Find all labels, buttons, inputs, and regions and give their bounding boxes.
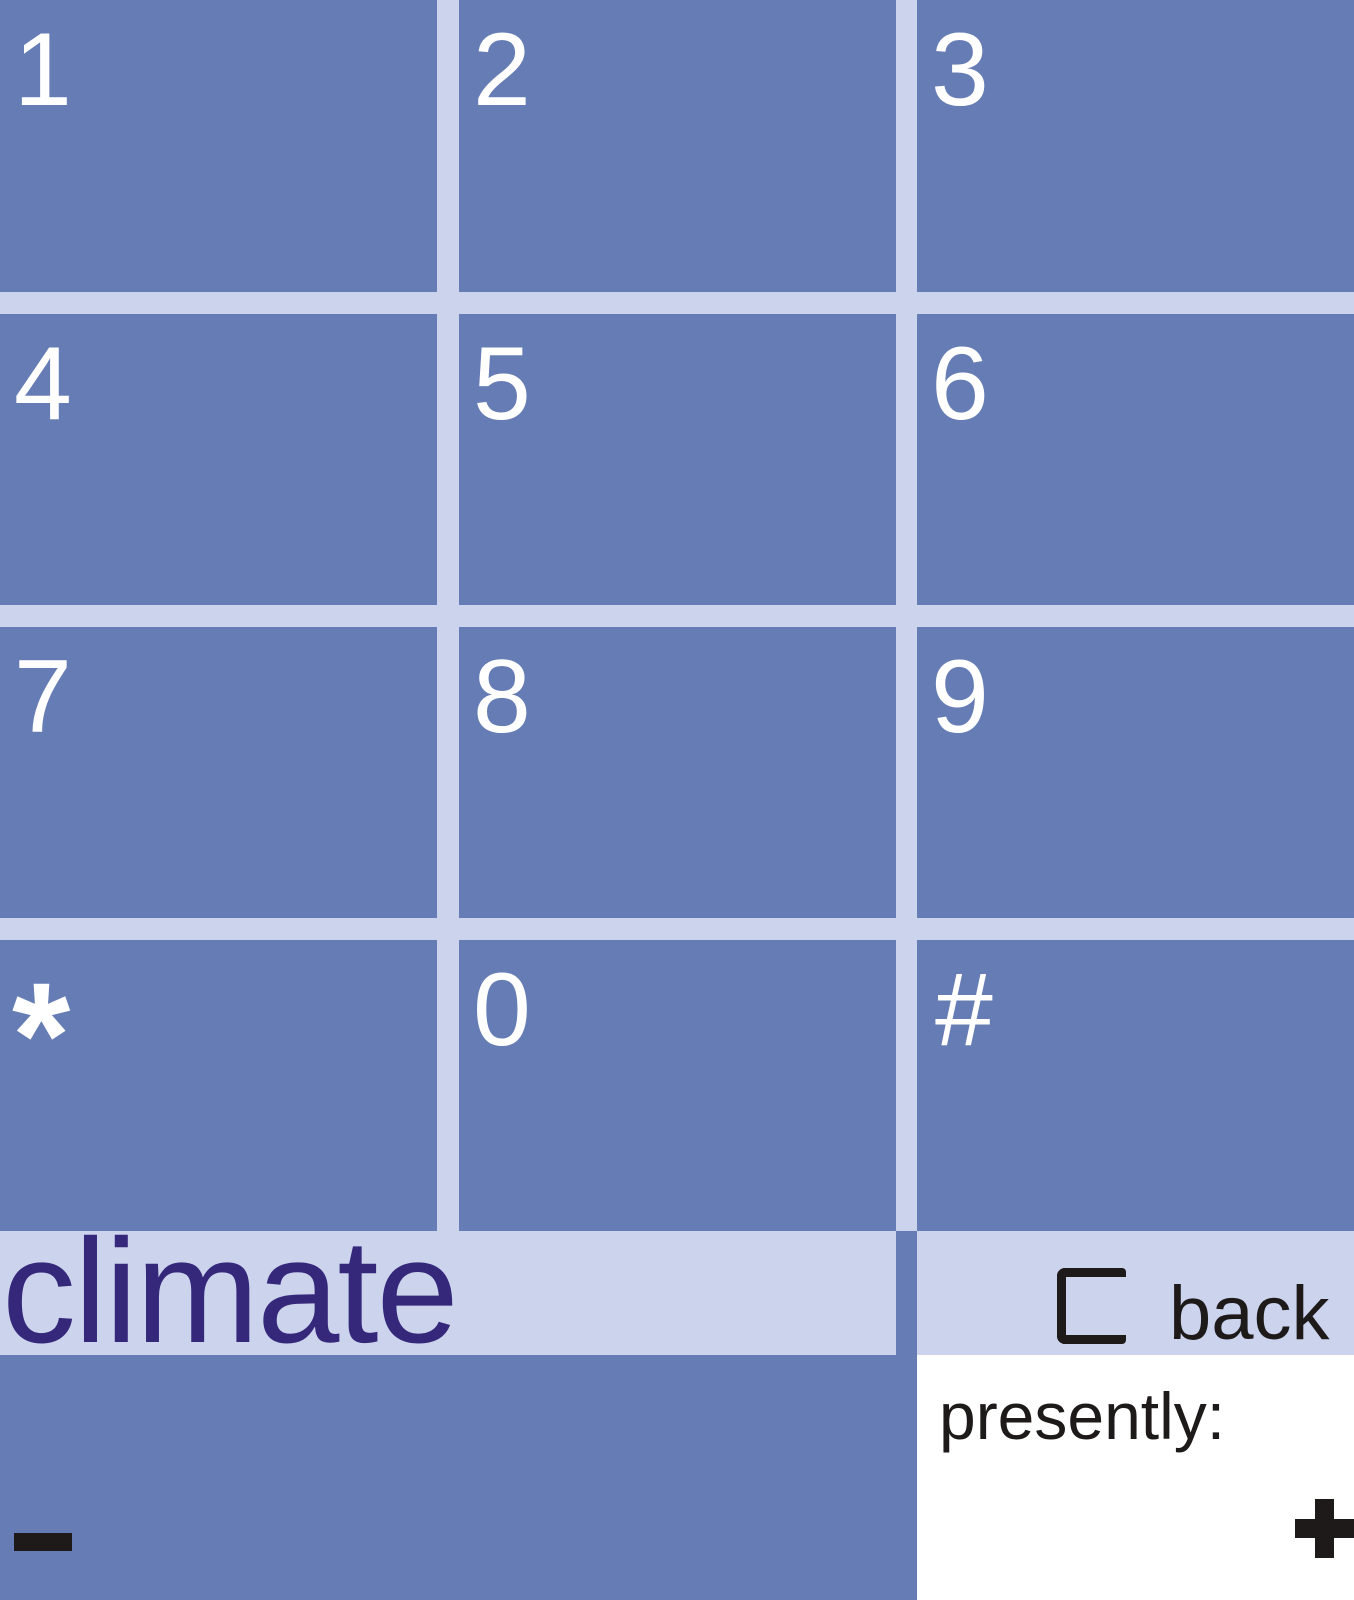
key-star[interactable]: * — [0, 940, 437, 1231]
key-1[interactable]: 1 — [0, 0, 437, 292]
mode-label: climate — [2, 1209, 459, 1374]
keypad-screen: 1 2 3 4 5 6 7 8 9 * 0 # climate back pre… — [0, 0, 1354, 1600]
key-2[interactable]: 2 — [459, 0, 896, 292]
key-4[interactable]: 4 — [0, 314, 437, 605]
presently-label: presently: — [939, 1379, 1226, 1453]
key-3-label: 3 — [931, 12, 989, 128]
gutter-horizontal-2 — [0, 605, 1354, 627]
gutter-horizontal-3 — [0, 918, 1354, 940]
back-button[interactable]: back — [917, 1231, 1354, 1355]
key-hash-label: # — [935, 952, 993, 1068]
key-8[interactable]: 8 — [459, 627, 896, 918]
key-6[interactable]: 6 — [917, 314, 1354, 605]
key-5[interactable]: 5 — [459, 314, 896, 605]
key-4-label: 4 — [14, 326, 72, 442]
gutter-horizontal-1 — [0, 292, 1354, 314]
key-2-label: 2 — [473, 12, 531, 128]
clear-c-icon — [1057, 1268, 1126, 1344]
key-7[interactable]: 7 — [0, 627, 437, 918]
key-0[interactable]: 0 — [459, 940, 896, 1231]
back-label: back — [1169, 1271, 1330, 1356]
key-1-label: 1 — [14, 12, 72, 128]
key-3[interactable]: 3 — [917, 0, 1354, 292]
mode-bar-gutter — [896, 1231, 917, 1355]
plus-icon[interactable] — [1295, 1499, 1354, 1558]
key-5-label: 5 — [473, 326, 531, 442]
key-hash[interactable]: # — [917, 940, 1354, 1231]
key-star-label: * — [12, 951, 71, 1119]
key-9[interactable]: 9 — [917, 627, 1354, 918]
minus-icon[interactable] — [14, 1533, 72, 1551]
decrease-button[interactable] — [0, 1355, 917, 1600]
status-panel: presently: — [917, 1355, 1354, 1600]
key-9-label: 9 — [931, 639, 989, 755]
key-8-label: 8 — [473, 639, 531, 755]
key-7-label: 7 — [14, 639, 72, 755]
key-0-label: 0 — [473, 952, 531, 1068]
key-6-label: 6 — [931, 326, 989, 442]
